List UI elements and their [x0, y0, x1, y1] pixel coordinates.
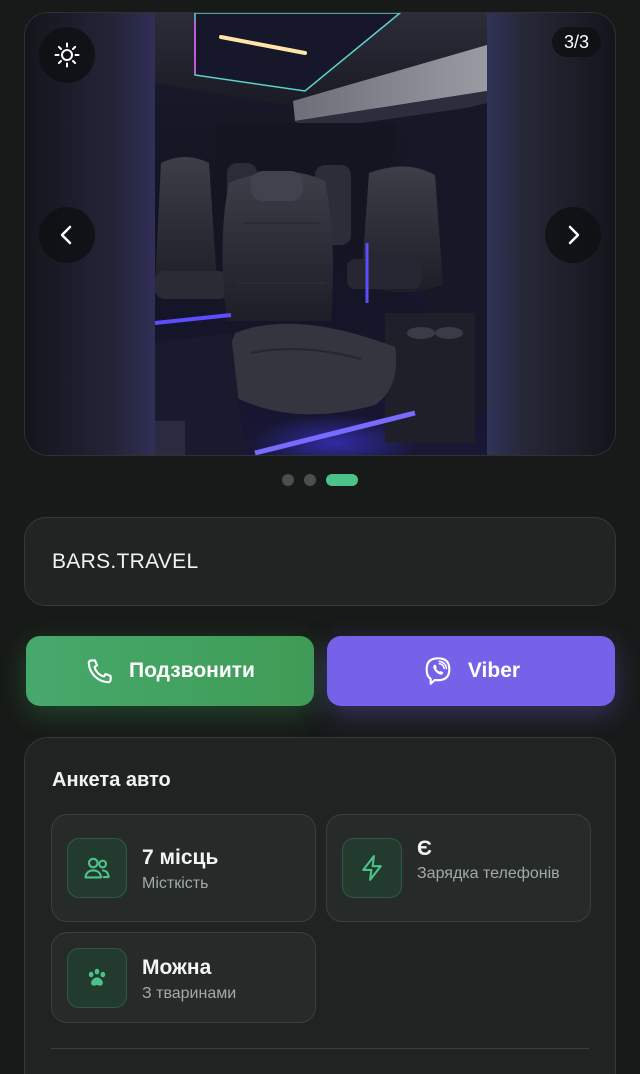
call-button-label: Подзвонити — [129, 659, 255, 682]
previous-photo-button[interactable] — [39, 207, 95, 263]
chevron-right-icon — [568, 225, 580, 245]
users-icon — [84, 857, 110, 879]
paw-icon — [88, 968, 106, 986]
feature-label: Зарядка телефонів — [417, 865, 560, 882]
brightness-button[interactable] — [39, 27, 95, 83]
feature-icon-box — [342, 838, 402, 898]
chevron-left-icon — [60, 225, 72, 245]
feature-label: З тваринами — [142, 985, 237, 1002]
viber-icon — [425, 657, 451, 685]
call-button[interactable]: Подзвонити — [26, 636, 314, 706]
lightning-icon — [362, 855, 382, 881]
pagination-dot[interactable] — [282, 474, 294, 486]
feature-icon-box — [67, 948, 127, 1008]
company-card: BARS.TRAVEL — [24, 517, 616, 606]
photo-gallery[interactable]: 3/3 — [24, 12, 616, 456]
feature-phone-charging: Є Зарядка телефонів — [326, 814, 591, 922]
feature-icon-box — [67, 838, 127, 898]
phone-icon — [87, 659, 112, 684]
pagination-dot-active[interactable] — [326, 474, 358, 486]
viber-button[interactable]: Viber — [327, 636, 615, 706]
feature-value: 7 місць — [142, 846, 219, 869]
company-name: BARS.TRAVEL — [52, 549, 199, 573]
gallery-pagination — [0, 474, 640, 486]
sun-icon — [54, 42, 80, 68]
feature-pets: Можна З тваринами — [51, 932, 316, 1023]
feature-value: Є — [417, 837, 432, 860]
viber-button-label: Viber — [467, 659, 521, 682]
gallery-photo[interactable] — [155, 13, 487, 455]
next-photo-button[interactable] — [545, 207, 601, 263]
pagination-dot[interactable] — [304, 474, 316, 486]
page: 3/3 BARS.TRAVEL Подзвонити Viber Анкета … — [0, 0, 640, 1074]
section-divider — [51, 1048, 589, 1049]
vehicle-profile-title: Анкета авто — [52, 769, 171, 791]
feature-capacity: 7 місць Місткість — [51, 814, 316, 922]
feature-value: Можна — [142, 956, 212, 979]
bus-interior-image — [155, 13, 487, 455]
vehicle-profile-card: Анкета авто 7 місць Місткість Є Зарядка — [24, 737, 616, 1074]
feature-label: Місткість — [142, 875, 209, 892]
photo-counter: 3/3 — [551, 27, 601, 57]
